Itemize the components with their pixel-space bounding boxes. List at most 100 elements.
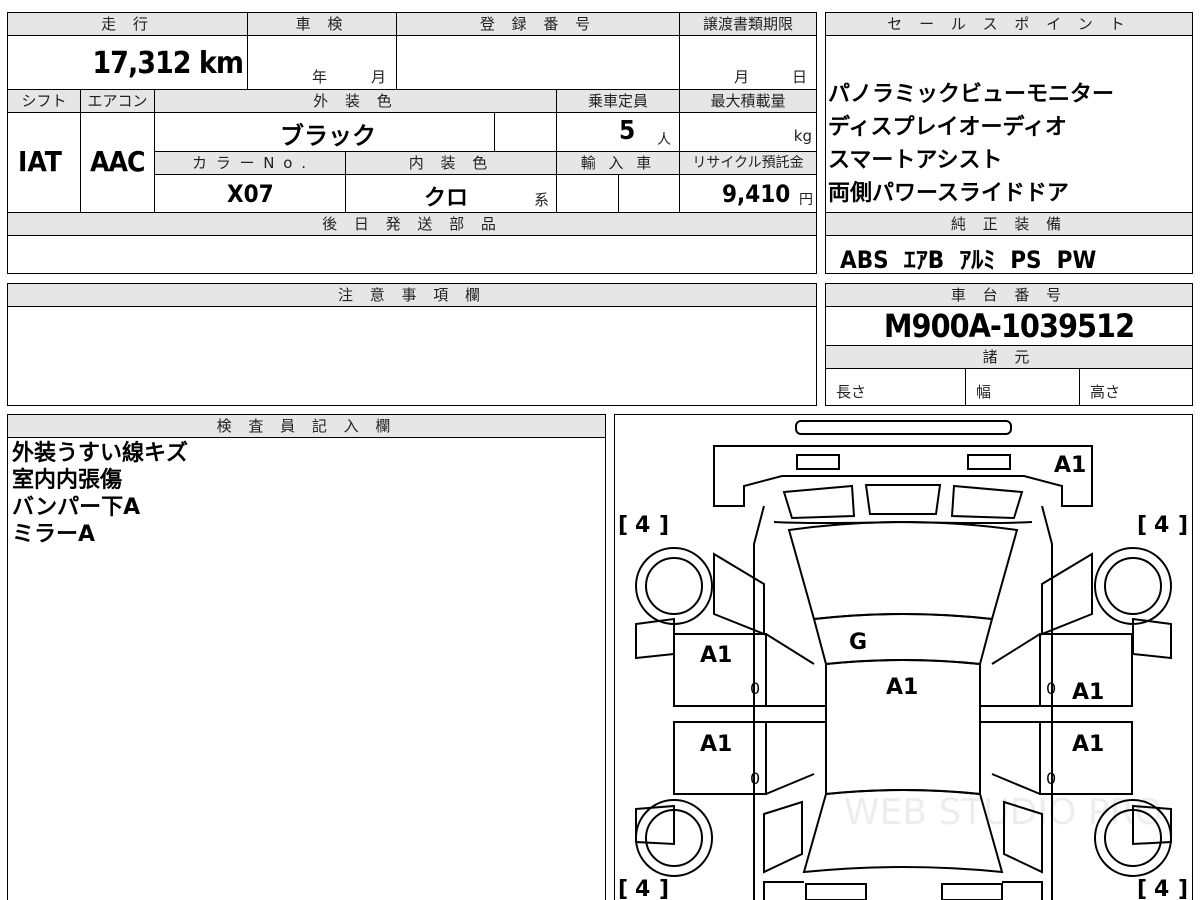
left-rear-fender [763,800,803,874]
inspection-header: 車 検 [247,12,397,36]
import-header: 輸 入 車 [556,151,680,175]
sales-points-list: パノラミックビューモニター ディスプレイオーディオ スマートアシスト 両側パワー… [828,78,1114,210]
shift-value: IAT [18,145,62,178]
left-sill [674,705,826,723]
sales-point-item: ディスプレイオーディオ [828,115,1067,140]
recycle-header: リサイクル預託金 [679,151,817,175]
registration-header: 登 録 番 号 [396,12,680,36]
rear-plate-right [941,883,1003,900]
inspection-cell: 年 月 [247,35,397,90]
aircon-cell: AAC [80,112,155,213]
length-label: 長さ [836,383,867,401]
door-mark: 0 [1046,769,1056,788]
color-no-header: カ ラ ー N o . [154,151,346,175]
watermark: WEB STUDIO PRO [844,792,1163,833]
exterior-color-header: 外 装 色 [154,89,557,113]
sales-points-header: セ ー ル ス ポ イ ン ト [825,12,1193,36]
damage-front-bumper: A1 [1054,453,1086,478]
color-no-value: X07 [227,180,274,208]
height-cell: 高さ [1079,368,1193,406]
tire-score-rr: 4 [1154,877,1169,900]
inspector-line: ミラーA [12,522,96,547]
width-label: 幅 [976,383,992,401]
mileage-value: 17,312 km [92,46,244,81]
damage-rear-left-door: A1 [700,732,732,757]
notes-header: 注 意 事 項 欄 [7,283,817,307]
capacity-header: 乗車定員 [556,89,680,113]
parts-cell [7,235,817,274]
mileage-header: 走 行 [7,12,248,36]
standard-equipment-value: ABS ｴｱB ｱﾙﾐ PS PW [840,246,1097,274]
sales-point-item: 両側パワースライドドア [828,181,1069,206]
front-panel [812,613,994,666]
aircon-value: AAC [90,145,145,178]
tire-score-rl: 4 [635,877,650,900]
interior-color-suffix: 系 [534,191,550,209]
tire-score-fr: 4 [1154,513,1169,538]
damage-front-left-door: A1 [700,643,732,668]
front-bumper-outline [713,445,1093,507]
left-a-pillar [713,552,765,636]
specs-header: 諸 元 [825,345,1193,369]
tire-front-left-outer [635,547,713,625]
tire-bracket-rr-close: ] [1178,877,1188,900]
headlight-left [796,454,840,470]
tire-bracket-fr-open: [ [1137,513,1147,538]
windshield [787,521,1019,621]
chassis-header: 車 台 番 号 [825,283,1193,307]
damage-rear-right-door: A1 [1072,732,1104,757]
interior-color-value: クロ [424,186,469,211]
tire-front-left-inner [645,557,703,615]
headlight-right [967,454,1011,470]
front-bumper-bar [795,420,1012,435]
tire-bracket-fr-close: ] [1178,513,1188,538]
shift-header: シフト [7,89,81,113]
max-load-unit: kg [793,127,812,145]
grille-center [864,484,942,515]
aircon-header: エアコン [80,89,155,113]
inspector-lines: 外装うすい線キズ 室内内張傷 バンパー下A ミラーA [12,440,188,548]
left-door-trim [765,633,815,795]
inspection-year-unit: 年 [312,68,328,86]
length-cell: 長さ [825,368,966,406]
color-no-cell: X07 [154,174,346,213]
max-load-header: 最大積載量 [679,89,817,113]
left-fender [635,617,675,660]
transfer-day-unit: 日 [792,68,808,86]
right-sill [980,705,1132,723]
transfer-deadline-cell: 月 日 [679,35,817,90]
right-a-pillar [1041,552,1093,636]
transfer-deadline-header: 譲渡書類期限 [679,12,817,36]
interior-color-cell: クロ 系 [345,174,557,213]
max-load-cell: kg [679,112,817,152]
damage-front-right-door: A1 [1072,680,1104,705]
right-door-trim [991,633,1041,795]
car-diagram: [ 4 ] [ 4 ] [ 4 ] [ 4 ] A1 G A1 A1 A1 A1… [618,420,1188,900]
inspector-line: 室内内張傷 [12,468,123,493]
tire-bracket-fl-close: ] [659,513,669,538]
grille-left [782,484,856,520]
parts-header: 後 日 発 送 部 品 [7,212,817,236]
import-cell-a [556,174,619,213]
width-cell: 幅 [965,368,1080,406]
rear-plate-left [805,883,867,900]
tire-bracket-rl-open: [ [618,877,628,900]
capacity-cell: 5 人 [556,112,680,152]
recycle-unit: 円 [799,192,813,208]
import-cell-b [618,174,680,213]
transfer-month-unit: 月 [734,68,750,86]
exterior-color-value: ブラック [280,122,376,150]
inspector-header: 検 査 員 記 入 欄 [7,414,606,438]
damage-roof: A1 [886,675,918,700]
height-label: 高さ [1090,383,1121,401]
mileage-cell: 17,312 km [7,35,248,90]
tire-bracket-rr-open: [ [1137,877,1147,900]
interior-color-header: 内 装 色 [345,151,557,175]
tire-front-right-outer [1094,547,1172,625]
recycle-cell: 9,410 円 [679,174,817,213]
tire-bracket-rl-close: ] [659,877,669,900]
tire-bracket-fl-open: [ [618,513,628,538]
capacity-unit: 人 [657,132,671,148]
inspector-line: 外装うすい線キズ [12,441,189,466]
door-mark: 0 [750,679,760,698]
